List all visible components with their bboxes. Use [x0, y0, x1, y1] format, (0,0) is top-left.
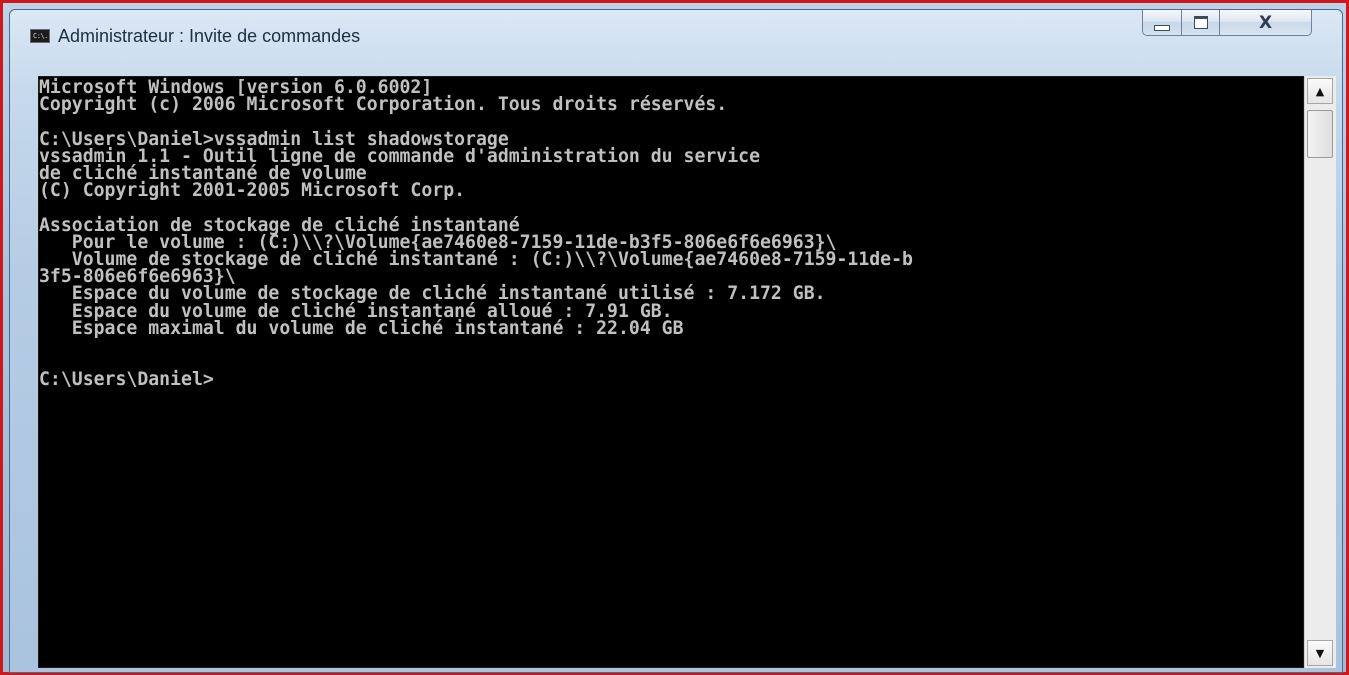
minimize-button[interactable] [1142, 10, 1182, 36]
console-output-area[interactable]: Microsoft Windows [version 6.0.6002] Cop… [38, 76, 1304, 668]
cmd-window: C:\. Administrateur : Invite de commande… [9, 9, 1343, 673]
command-prompt-icon[interactable]: C:\. [30, 29, 50, 43]
down-arrow-icon: ▼ [1315, 646, 1325, 660]
console-text: Microsoft Windows [version 6.0.6002] Cop… [39, 76, 913, 391]
caption-buttons: X [1142, 10, 1330, 38]
screenshot-frame: C:\. Administrateur : Invite de commande… [0, 0, 1349, 675]
maximize-button[interactable] [1182, 10, 1220, 36]
window-title: Administrateur : Invite de commandes [58, 26, 361, 46]
close-icon: X [1258, 12, 1273, 33]
title-bar[interactable]: C:\. Administrateur : Invite de commande… [10, 10, 1342, 52]
scroll-up-button[interactable]: ▲ [1307, 78, 1333, 104]
close-button[interactable]: X [1220, 10, 1312, 36]
up-arrow-icon: ▲ [1315, 84, 1325, 98]
minimize-icon [1154, 24, 1170, 31]
scroll-down-button[interactable]: ▼ [1307, 640, 1333, 666]
maximize-icon [1193, 16, 1208, 29]
scroll-thumb[interactable] [1307, 110, 1333, 158]
vertical-scrollbar[interactable]: ▲ ▼ [1304, 76, 1336, 668]
